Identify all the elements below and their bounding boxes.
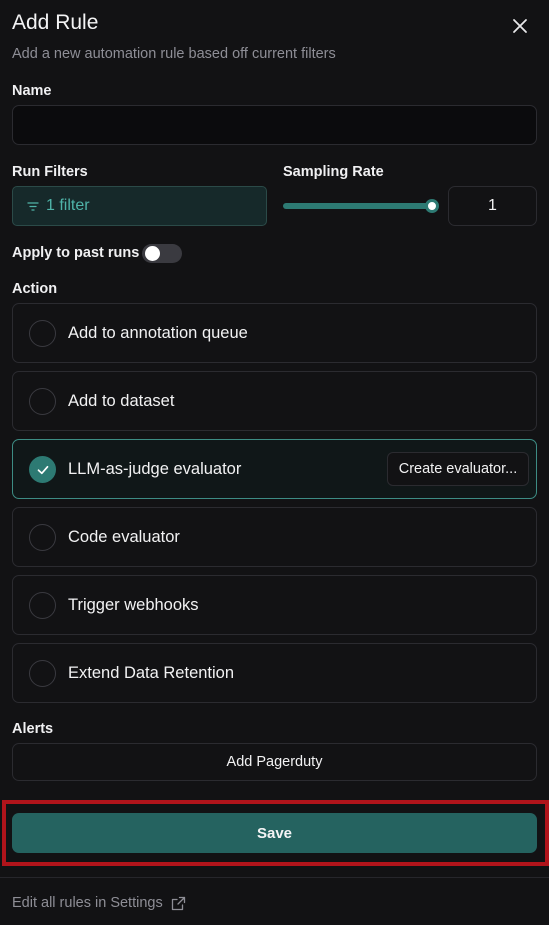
dialog-title: Add Rule [12,11,99,34]
action-option-label: Trigger webhooks [68,596,199,614]
check-icon [37,465,48,474]
action-option-webhooks[interactable]: Trigger webhooks [12,575,537,635]
radio-button[interactable] [29,592,56,619]
radio-button[interactable] [29,524,56,551]
action-option-annotation-queue[interactable]: Add to annotation queue [12,303,537,363]
apply-past-runs-toggle[interactable] [142,244,182,263]
create-evaluator-button[interactable]: Create evaluator... [387,452,529,486]
settings-link-label: Edit all rules in Settings [12,895,163,911]
sampling-rate-slider-track[interactable] [283,203,432,209]
save-button[interactable]: Save [12,813,537,853]
filter-icon [27,201,39,211]
run-filters-label: Run Filters [12,164,88,180]
name-input[interactable] [12,105,537,145]
name-label: Name [12,83,52,99]
sampling-rate-input[interactable] [448,186,537,226]
dialog-subtitle: Add a new automation rule based off curr… [12,46,336,62]
radio-button[interactable] [29,660,56,687]
sampling-rate-slider-thumb[interactable] [425,199,439,213]
action-option-code-evaluator[interactable]: Code evaluator [12,507,537,567]
action-option-label: Code evaluator [68,528,180,546]
close-button[interactable] [508,14,532,38]
radio-button[interactable] [29,388,56,415]
sampling-rate-label: Sampling Rate [283,164,384,180]
close-icon[interactable] [508,14,532,38]
footer-divider [0,877,549,878]
toggle-knob [145,246,160,261]
action-option-data-retention[interactable]: Extend Data Retention [12,643,537,703]
radio-button-checked[interactable] [29,456,56,483]
run-filters-button[interactable]: 1 filter [12,186,267,226]
apply-past-runs-label: Apply to past runs [12,245,140,261]
action-option-label: Add to dataset [68,392,175,410]
action-label: Action [12,281,58,297]
action-option-label: Extend Data Retention [68,664,235,682]
action-option-label: Add to annotation queue [68,324,248,342]
action-option-dataset[interactable]: Add to dataset [12,371,537,431]
settings-link[interactable]: Edit all rules in Settings [12,895,186,911]
add-pagerduty-button[interactable]: Add Pagerduty [12,743,537,781]
run-filters-count: 1 filter [46,197,90,214]
action-option-llm-judge[interactable]: LLM-as-judge evaluator Create evaluator.… [12,439,537,499]
alerts-label: Alerts [12,721,54,737]
external-link-icon [171,896,185,910]
radio-button[interactable] [29,320,56,347]
action-option-label: LLM-as-judge evaluator [68,460,242,478]
